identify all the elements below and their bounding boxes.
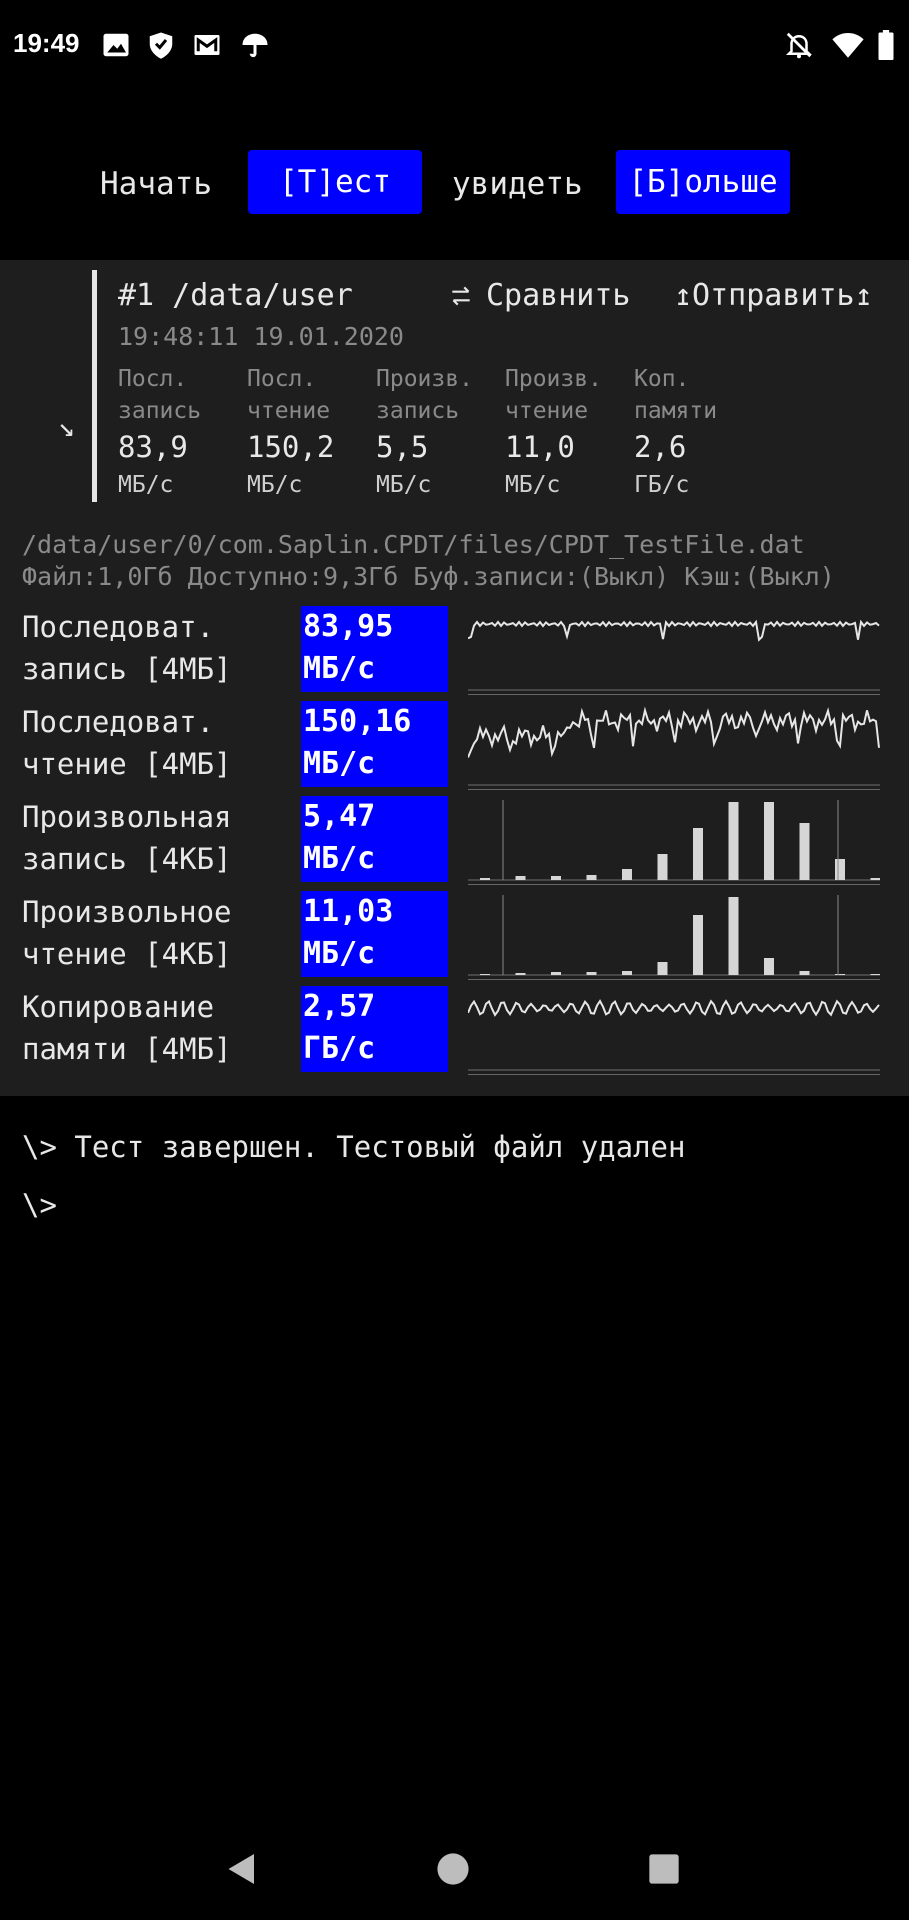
test-label-line: Копирование (22, 990, 215, 1024)
test-label: Последоват. чтение [4МБ] (22, 701, 232, 785)
summary-col-value: 2,6 (634, 430, 687, 464)
result-unit: МБ/с (303, 746, 376, 781)
expand-arrow-icon[interactable]: ↘ (58, 410, 75, 443)
recents-icon[interactable] (648, 1853, 680, 1885)
test-label-line: Последоват. (22, 610, 215, 644)
test-label-line: запись [4КБ] (22, 842, 232, 876)
umbrella-icon (242, 33, 268, 58)
home-icon[interactable] (436, 1852, 470, 1886)
graph-baseline (468, 789, 880, 790)
test-result-value: 83,95 МБ/с (301, 606, 448, 692)
test-label: Копирование памяти [4МБ] (22, 986, 232, 1070)
test-label-line: чтение [4МБ] (22, 747, 232, 781)
summary-divider (92, 270, 97, 502)
status-time: 19:49 (13, 28, 80, 58)
more-button[interactable]: [Б]ольше (616, 150, 790, 214)
result-number: 2,57 (303, 989, 376, 1024)
test-label-line: памяти [4МБ] (22, 1032, 232, 1066)
summary-col-unit: МБ/с (376, 472, 432, 498)
status-bar: 19:49 (0, 0, 909, 92)
test-label-line: чтение [4КБ] (22, 937, 232, 971)
summary-col-label: Произв. (505, 366, 602, 392)
result-title: #1 /data/user (118, 278, 353, 313)
test-label: Произвольная запись [4КБ] (22, 796, 232, 880)
result-number: 150,16 (303, 704, 412, 739)
test-label-line: Произвольная (22, 800, 232, 834)
summary-col-unit: МБ/с (505, 472, 561, 498)
result-number: 11,03 (303, 894, 394, 929)
notifications-off-icon (785, 32, 813, 59)
result-unit: МБ/с (303, 651, 376, 686)
image-icon (103, 33, 129, 57)
result-unit: МБ/с (303, 841, 376, 876)
summary-col-label: чтение (247, 398, 331, 424)
summary-col-label: запись (376, 398, 460, 424)
summary-col-label: чтение (505, 398, 589, 424)
compare-button[interactable]: Сравнить (448, 278, 631, 313)
start-label: Начать (100, 166, 212, 202)
summary-col-unit: МБ/с (118, 472, 174, 498)
summary-col-label: Произв. (376, 366, 473, 392)
back-icon[interactable] (224, 1850, 260, 1888)
console-line: \> Тест завершен. Тестовый файл удален (22, 1130, 685, 1164)
test-graph (468, 800, 880, 881)
send-button[interactable]: ↥Отправить↥ (674, 278, 873, 313)
result-unit: МБ/с (303, 936, 376, 971)
summary-col-unit: ГБ/с (634, 472, 690, 498)
summary-col-label: Посл. (247, 366, 317, 392)
summary-col-value: 5,5 (376, 430, 429, 464)
compare-label: Сравнить (486, 278, 631, 313)
test-result-value: 5,47 МБ/с (301, 796, 448, 882)
summary-col-label: Посл. (118, 366, 188, 392)
test-graph (468, 706, 880, 786)
mail-icon (194, 35, 220, 55)
test-result-value: 150,16 МБ/с (301, 701, 448, 787)
console-prompt: \> (22, 1130, 57, 1164)
summary-col-label: Коп. (634, 366, 690, 392)
graph-baseline (468, 694, 880, 695)
summary-col-value: 11,0 (505, 430, 575, 464)
graph-baseline (468, 979, 880, 980)
test-button[interactable]: [Т]ест (248, 150, 422, 214)
file-details: Файл:1,0Гб Доступно:9,3Гб Буф.записи:(Вы… (22, 562, 835, 591)
summary-col-label: запись (118, 398, 202, 424)
file-path: /data/user/0/com.Saplin.CPDT/files/CPDT_… (22, 530, 805, 559)
result-number: 83,95 (303, 609, 394, 644)
test-graph (468, 895, 880, 976)
result-unit: ГБ/с (303, 1031, 376, 1066)
summary-col-label: памяти (634, 398, 718, 424)
shield-icon (149, 32, 173, 59)
result-number: 5,47 (303, 799, 376, 834)
test-result-value: 11,03 МБ/с (301, 891, 448, 977)
test-graph (468, 999, 880, 1071)
test-result-value: 2,57 ГБ/с (301, 986, 448, 1072)
test-label: Последоват. запись [4МБ] (22, 606, 232, 690)
test-label-line: запись [4МБ] (22, 652, 232, 686)
summary-col-value: 83,9 (118, 430, 188, 464)
battery-icon (878, 30, 894, 60)
graph-baseline (468, 1074, 880, 1075)
summary-col-unit: МБ/с (247, 472, 303, 498)
test-graph (468, 619, 880, 691)
graph-baseline (468, 884, 880, 885)
test-label-line: Произвольное (22, 895, 232, 929)
wifi-icon (832, 32, 864, 58)
result-timestamp: 19:48:11 19.01.2020 (118, 322, 404, 351)
summary-col-value: 150,2 (247, 430, 335, 464)
test-label-line: Последоват. (22, 705, 215, 739)
swap-icon (452, 286, 470, 305)
console-prompt-line[interactable]: \> (22, 1188, 57, 1222)
console-message: Тест завершен. Тестовый файл удален (74, 1130, 686, 1164)
test-label: Произвольное чтение [4КБ] (22, 891, 232, 975)
see-label: увидеть (452, 166, 583, 202)
